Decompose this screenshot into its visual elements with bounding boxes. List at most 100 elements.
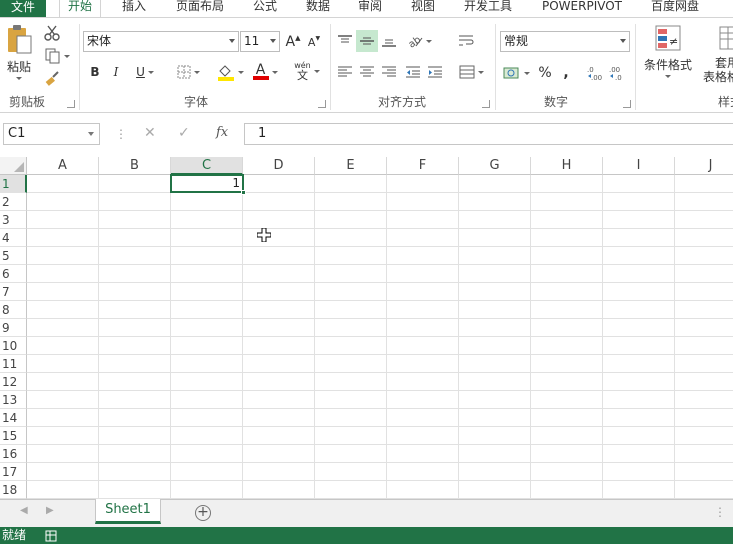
column-header-i[interactable]: I: [603, 157, 675, 175]
cell[interactable]: [315, 265, 387, 283]
cell[interactable]: [99, 445, 171, 463]
cell[interactable]: [171, 283, 243, 301]
cell[interactable]: [171, 265, 243, 283]
cell[interactable]: [315, 229, 387, 247]
cell[interactable]: [243, 301, 315, 319]
cell[interactable]: [27, 355, 99, 373]
cell[interactable]: [171, 391, 243, 409]
cell[interactable]: [675, 373, 733, 391]
column-header-b[interactable]: B: [99, 157, 171, 175]
cell[interactable]: [531, 391, 603, 409]
cell[interactable]: [459, 391, 531, 409]
sheet-tab-sheet1[interactable]: Sheet1: [95, 499, 161, 524]
font-name-combo[interactable]: 宋体: [83, 31, 239, 52]
cell[interactable]: [459, 247, 531, 265]
cell[interactable]: [459, 337, 531, 355]
cell[interactable]: [603, 301, 675, 319]
cell[interactable]: [99, 391, 171, 409]
column-header-c[interactable]: C: [171, 157, 243, 175]
cell[interactable]: [603, 355, 675, 373]
formula-input[interactable]: 1: [244, 123, 733, 145]
cell[interactable]: [387, 373, 459, 391]
cell[interactable]: [387, 445, 459, 463]
font-size-combo[interactable]: 11: [240, 31, 280, 52]
cell[interactable]: [99, 463, 171, 481]
cell[interactable]: [27, 301, 99, 319]
cell[interactable]: [171, 229, 243, 247]
row-header-10[interactable]: 10: [0, 337, 27, 355]
tab-developer[interactable]: 开发工具: [464, 0, 512, 17]
cell[interactable]: [315, 409, 387, 427]
cell[interactable]: [459, 175, 531, 193]
comma-style-button[interactable]: ,: [558, 62, 574, 84]
row-header-15[interactable]: 15: [0, 427, 27, 445]
cell[interactable]: [675, 481, 733, 499]
name-box[interactable]: C1: [3, 123, 100, 145]
cell[interactable]: [27, 229, 99, 247]
cell[interactable]: [675, 301, 733, 319]
alignment-launcher-icon[interactable]: [482, 100, 490, 108]
cell[interactable]: [315, 283, 387, 301]
cell[interactable]: [675, 337, 733, 355]
cell[interactable]: [531, 355, 603, 373]
column-header-h[interactable]: H: [531, 157, 603, 175]
cell[interactable]: [171, 373, 243, 391]
cell[interactable]: [387, 319, 459, 337]
cell[interactable]: [99, 319, 171, 337]
cell[interactable]: [99, 337, 171, 355]
font-launcher-icon[interactable]: [318, 100, 326, 108]
cell[interactable]: [171, 211, 243, 229]
cell[interactable]: [531, 175, 603, 193]
cell[interactable]: [171, 301, 243, 319]
cell[interactable]: [99, 283, 171, 301]
row-header-3[interactable]: 3: [0, 211, 27, 229]
cell[interactable]: [243, 175, 315, 193]
cell[interactable]: [459, 319, 531, 337]
align-top-button[interactable]: [335, 30, 355, 52]
cell[interactable]: [459, 427, 531, 445]
cell[interactable]: [531, 373, 603, 391]
decrease-decimal-button[interactable]: .00.0: [608, 62, 628, 84]
align-middle-button[interactable]: [356, 30, 378, 52]
cell[interactable]: [27, 427, 99, 445]
shrink-font-button[interactable]: A ▼: [305, 32, 323, 52]
tab-review[interactable]: 审阅: [358, 0, 382, 17]
cell[interactable]: [243, 319, 315, 337]
cell[interactable]: [675, 247, 733, 265]
cell[interactable]: [531, 247, 603, 265]
cell[interactable]: [387, 427, 459, 445]
cell[interactable]: [459, 481, 531, 499]
cell[interactable]: [387, 301, 459, 319]
cell[interactable]: [675, 193, 733, 211]
cell[interactable]: [243, 481, 315, 499]
macro-record-icon[interactable]: [45, 530, 57, 542]
cell[interactable]: [171, 319, 243, 337]
cell[interactable]: [603, 391, 675, 409]
cell[interactable]: [531, 265, 603, 283]
accounting-format-button[interactable]: [500, 62, 532, 84]
cell[interactable]: [459, 211, 531, 229]
align-center-button[interactable]: [357, 62, 377, 82]
cell[interactable]: [387, 391, 459, 409]
cell[interactable]: [531, 445, 603, 463]
cell[interactable]: [675, 319, 733, 337]
underline-button[interactable]: U: [130, 62, 160, 82]
cell[interactable]: [603, 211, 675, 229]
cell[interactable]: [459, 265, 531, 283]
orientation-button[interactable]: ab: [404, 30, 434, 52]
cell[interactable]: [459, 373, 531, 391]
wrap-text-button[interactable]: [455, 30, 477, 52]
cell[interactable]: [99, 355, 171, 373]
cell[interactable]: [603, 427, 675, 445]
number-launcher-icon[interactable]: [623, 100, 631, 108]
cell[interactable]: [315, 337, 387, 355]
cell[interactable]: [243, 337, 315, 355]
cell[interactable]: [531, 301, 603, 319]
column-header-j[interactable]: J: [675, 157, 733, 175]
cell[interactable]: [459, 193, 531, 211]
cell[interactable]: [387, 193, 459, 211]
cell[interactable]: [675, 229, 733, 247]
cell[interactable]: [27, 337, 99, 355]
cell[interactable]: [459, 463, 531, 481]
cell[interactable]: [171, 247, 243, 265]
